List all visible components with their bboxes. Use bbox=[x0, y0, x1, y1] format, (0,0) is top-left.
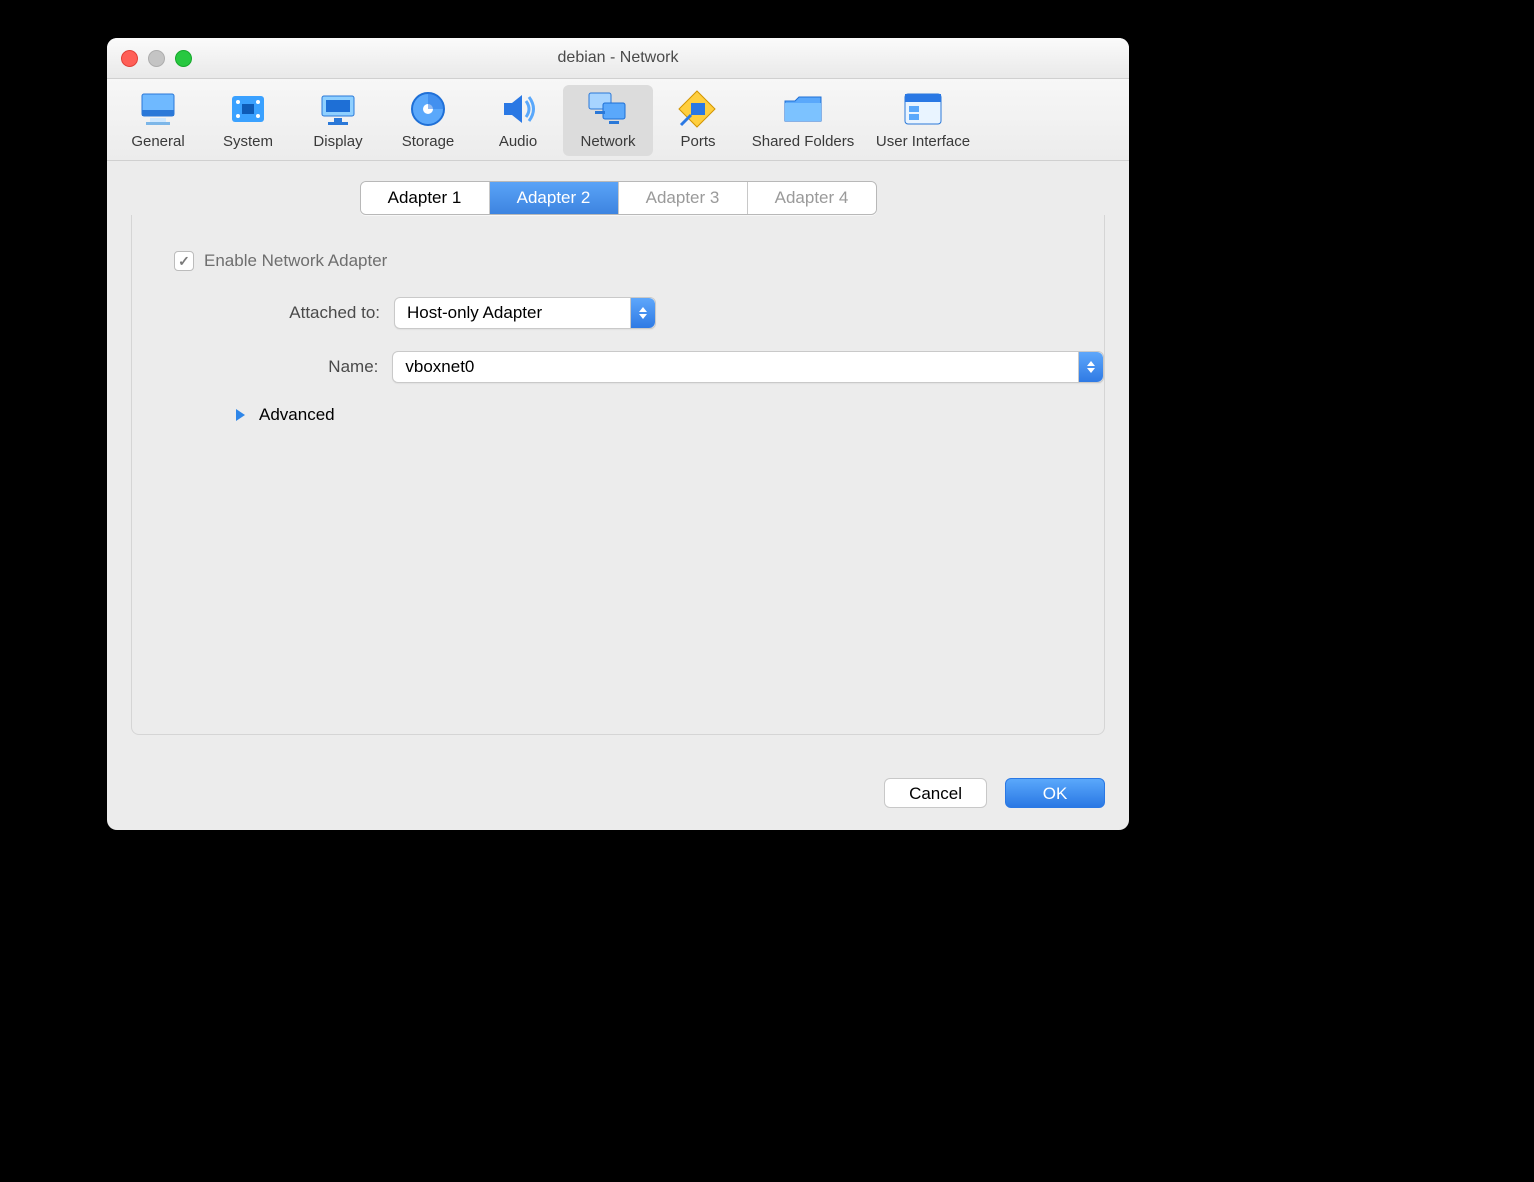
attached-to-value: Host-only Adapter bbox=[407, 303, 542, 323]
name-combo[interactable]: vboxnet0 bbox=[392, 351, 1104, 383]
adapter-tabs: Adapter 1 Adapter 2 Adapter 3 Adapter 4 bbox=[360, 181, 877, 215]
attached-to-label: Attached to: bbox=[132, 303, 380, 323]
close-icon[interactable] bbox=[121, 50, 138, 67]
name-label: Name: bbox=[132, 357, 378, 377]
user-interface-icon bbox=[899, 89, 947, 129]
toolbar-item-shared-folders[interactable]: Shared Folders bbox=[743, 85, 863, 156]
traffic-lights bbox=[121, 50, 192, 67]
tab-adapter-1[interactable]: Adapter 1 bbox=[361, 182, 490, 214]
tab-adapter-2[interactable]: Adapter 2 bbox=[490, 182, 619, 214]
updown-icon bbox=[630, 298, 655, 328]
advanced-label: Advanced bbox=[259, 405, 335, 425]
shared-folders-icon bbox=[779, 89, 827, 129]
updown-icon bbox=[1078, 352, 1103, 382]
name-value: vboxnet0 bbox=[405, 357, 474, 377]
category-toolbar: General System Display Storage Audio bbox=[107, 79, 1129, 161]
window-title: debian - Network bbox=[107, 49, 1129, 67]
disclosure-triangle-icon bbox=[236, 409, 245, 421]
toolbar-item-label: Shared Folders bbox=[743, 133, 863, 150]
zoom-icon[interactable] bbox=[175, 50, 192, 67]
settings-window: debian - Network General System Display bbox=[107, 38, 1129, 830]
toolbar-item-storage[interactable]: Storage bbox=[383, 85, 473, 156]
toolbar-item-network[interactable]: Network bbox=[563, 85, 653, 156]
display-icon bbox=[314, 89, 362, 129]
tab-adapter-4[interactable]: Adapter 4 bbox=[748, 182, 876, 214]
cancel-button[interactable]: Cancel bbox=[884, 778, 987, 808]
storage-icon bbox=[404, 89, 452, 129]
toolbar-item-label: User Interface bbox=[863, 133, 983, 150]
toolbar-item-ports[interactable]: Ports bbox=[653, 85, 743, 156]
ok-button[interactable]: OK bbox=[1005, 778, 1105, 808]
general-icon bbox=[134, 89, 182, 129]
dialog-footer: Cancel OK bbox=[884, 778, 1105, 808]
toolbar-item-label: System bbox=[203, 133, 293, 150]
toolbar-item-general[interactable]: General bbox=[113, 85, 203, 156]
enable-adapter-checkbox[interactable] bbox=[174, 251, 194, 271]
toolbar-item-label: General bbox=[113, 133, 203, 150]
toolbar-item-label: Storage bbox=[383, 133, 473, 150]
ports-icon bbox=[674, 89, 722, 129]
toolbar-item-label: Display bbox=[293, 133, 383, 150]
toolbar-item-label: Audio bbox=[473, 133, 563, 150]
titlebar: debian - Network bbox=[107, 38, 1129, 79]
toolbar-item-display[interactable]: Display bbox=[293, 85, 383, 156]
network-icon bbox=[584, 89, 632, 129]
tab-adapter-3[interactable]: Adapter 3 bbox=[619, 182, 748, 214]
adapter-panel: Enable Network Adapter Attached to: Host… bbox=[131, 215, 1105, 735]
toolbar-item-label: Ports bbox=[653, 133, 743, 150]
audio-icon bbox=[494, 89, 542, 129]
toolbar-item-audio[interactable]: Audio bbox=[473, 85, 563, 156]
advanced-disclosure[interactable]: Advanced bbox=[236, 405, 1104, 425]
toolbar-item-user-interface[interactable]: User Interface bbox=[863, 85, 983, 156]
minimize-icon[interactable] bbox=[148, 50, 165, 67]
toolbar-item-system[interactable]: System bbox=[203, 85, 293, 156]
attached-to-combo[interactable]: Host-only Adapter bbox=[394, 297, 656, 329]
toolbar-item-label: Network bbox=[563, 133, 653, 150]
enable-adapter-label: Enable Network Adapter bbox=[204, 251, 387, 271]
system-icon bbox=[224, 89, 272, 129]
